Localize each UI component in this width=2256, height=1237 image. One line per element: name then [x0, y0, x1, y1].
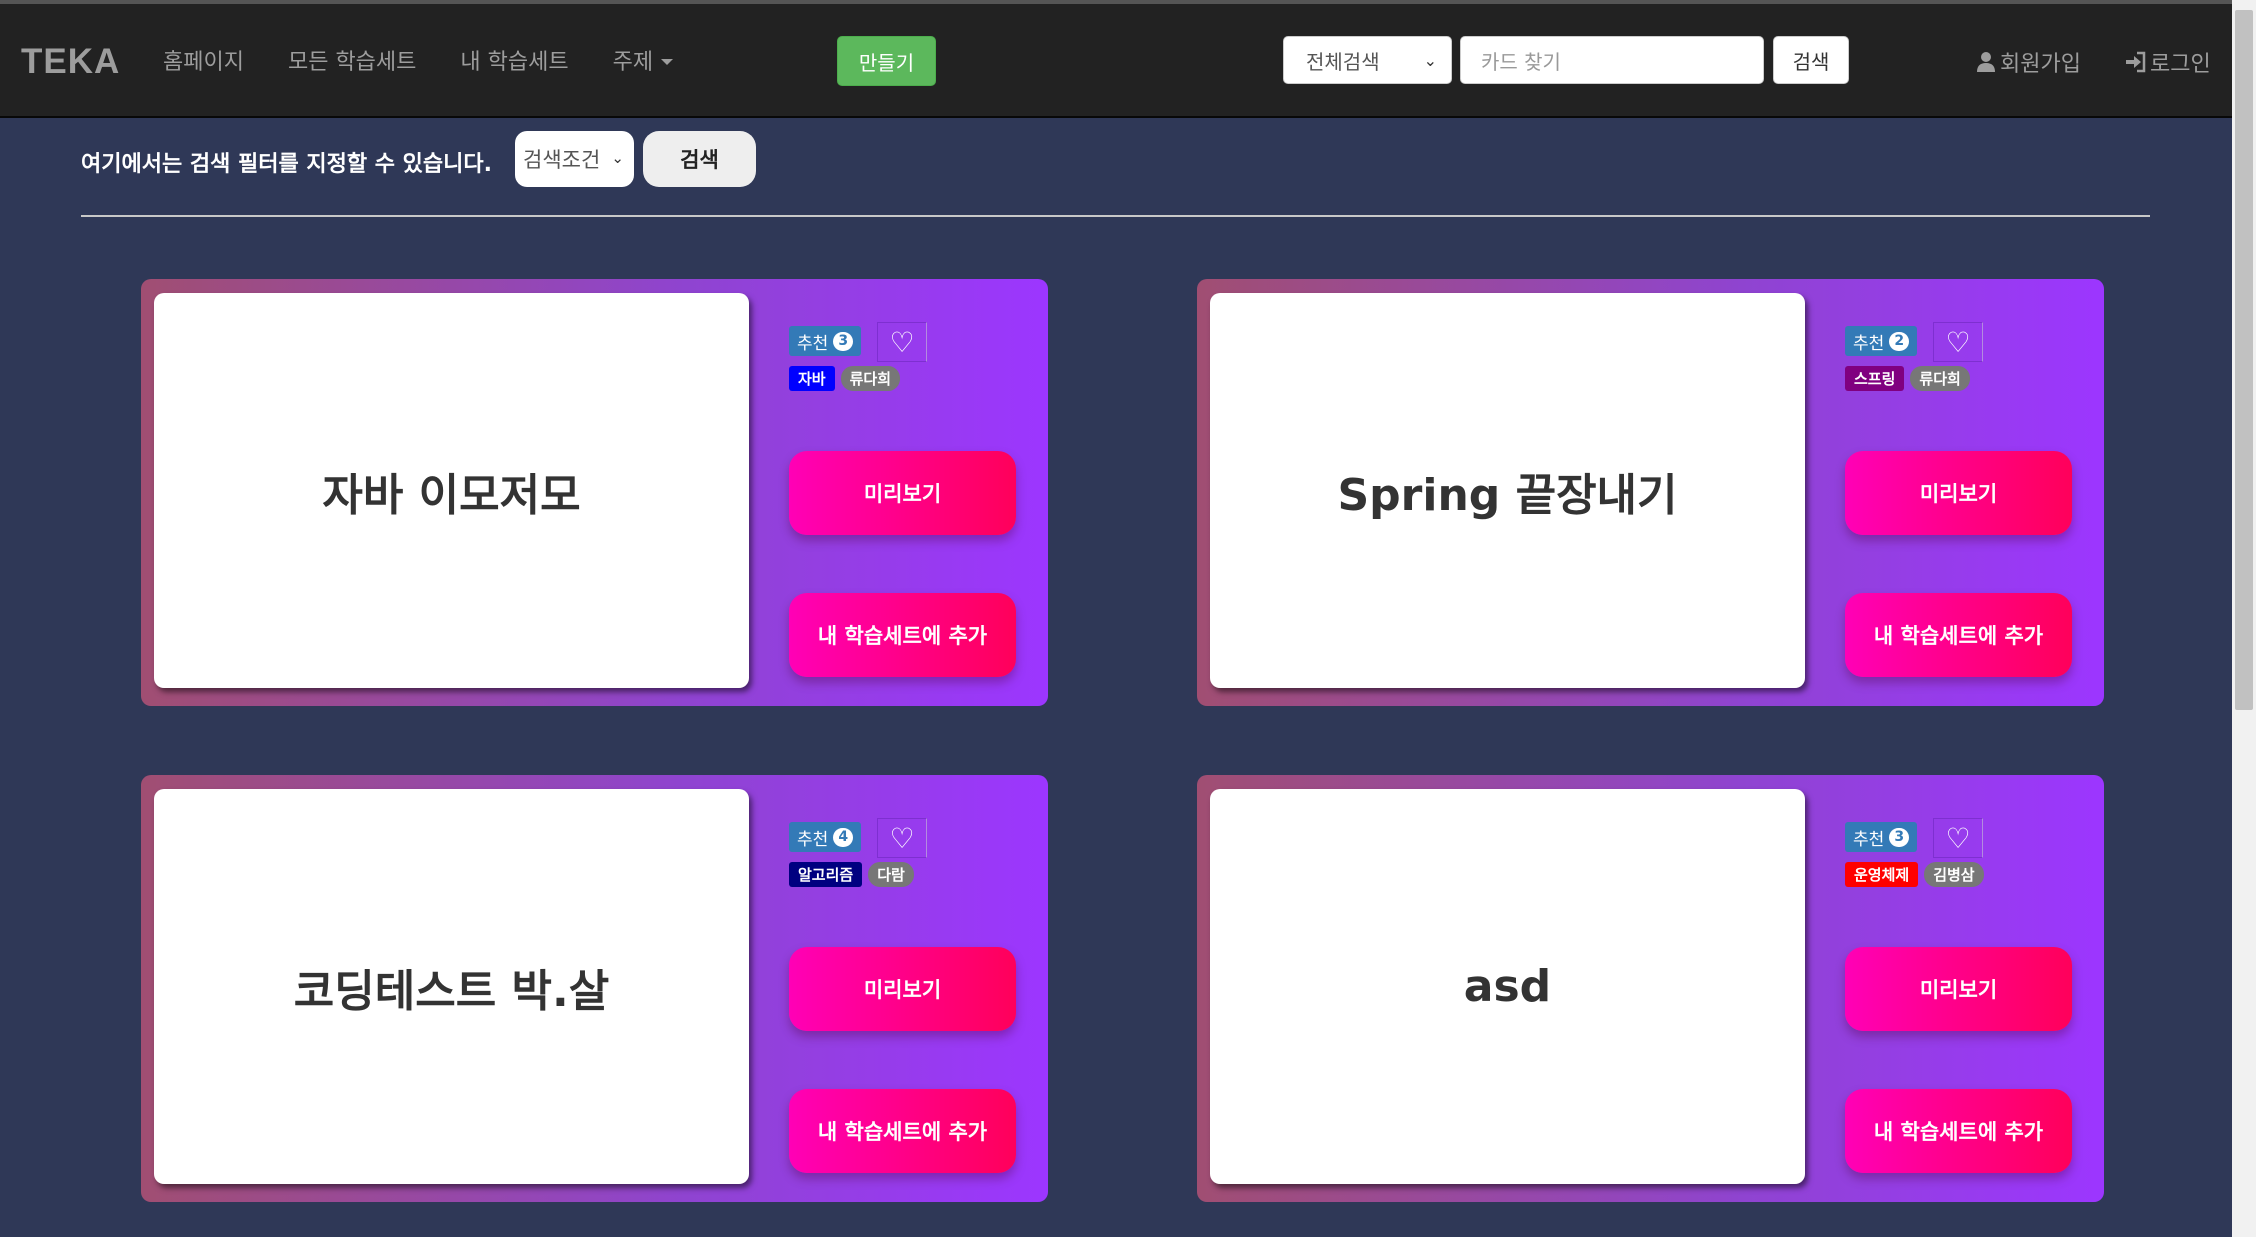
- nav-link-all-sets[interactable]: 모든 학습세트: [288, 44, 416, 76]
- recommend-count: 2: [1889, 331, 1910, 351]
- tag-row: 운영체제 김병삼: [1845, 862, 1984, 887]
- heart-icon: ♡: [1945, 821, 1971, 855]
- like-button[interactable]: ♡: [1933, 818, 1983, 858]
- search-button[interactable]: 검색: [1773, 36, 1849, 84]
- signup-label: 회원가입: [2000, 52, 2081, 77]
- author-tag: 류다희: [840, 366, 901, 391]
- tag-row: 스프링 류다희: [1845, 366, 1970, 391]
- nav-dropdown-topic-label: 주제: [612, 50, 654, 75]
- card-search-placeholder: 카드 찾기: [1481, 49, 1561, 74]
- recommend-label: 추천: [797, 829, 829, 850]
- card-title: Spring 끝장내기: [1337, 469, 1678, 521]
- add-to-my-sets-button[interactable]: 내 학습세트에 추가: [1845, 593, 2072, 677]
- nav-link-home[interactable]: 홈페이지: [163, 44, 244, 76]
- category-tag: 자바: [789, 366, 835, 391]
- recommend-count: 3: [833, 331, 854, 351]
- study-set-card: 자바 이모저모 추천 3 ♡ 자바 류다희 미리보기 내 학습세트에 추가: [141, 279, 1048, 706]
- caret-down-icon: [661, 58, 674, 65]
- recommend-badge: 추천 3: [1845, 822, 1918, 852]
- study-set-card: Spring 끝장내기 추천 2 ♡ 스프링 류다희 미리보기 내 학습세트에 …: [1197, 279, 2104, 706]
- card-face[interactable]: 자바 이모저모: [154, 293, 749, 688]
- filter-description: 여기에서는 검색 필터를 지정할 수 있습니다.: [81, 152, 492, 177]
- vertical-scrollbar[interactable]: [2232, 0, 2256, 1237]
- filter-condition-value: 검색조건: [523, 148, 601, 172]
- login-link[interactable]: 로그인: [2124, 46, 2211, 78]
- card-face[interactable]: asd: [1210, 789, 1805, 1184]
- heart-icon: ♡: [889, 325, 915, 359]
- nav-link-my-sets[interactable]: 내 학습세트: [460, 44, 568, 76]
- recommend-label: 추천: [1853, 829, 1885, 850]
- chevron-down-icon: ⌄: [1423, 51, 1437, 70]
- tag-row: 알고리즘 다람: [789, 862, 914, 887]
- recommend-count: 4: [833, 827, 854, 847]
- study-set-card: 코딩테스트 박.살 추천 4 ♡ 알고리즘 다람 미리보기 내 학습세트에 추가: [141, 775, 1048, 1202]
- recommend-count: 3: [1889, 827, 1910, 847]
- tag-row: 자바 류다희: [789, 366, 901, 391]
- add-to-my-sets-button[interactable]: 내 학습세트에 추가: [1845, 1089, 2072, 1173]
- add-to-my-sets-button[interactable]: 내 학습세트에 추가: [789, 593, 1016, 677]
- like-button[interactable]: ♡: [1933, 322, 1983, 362]
- card-search-input[interactable]: 카드 찾기: [1460, 36, 1764, 84]
- like-button[interactable]: ♡: [877, 818, 927, 858]
- make-button[interactable]: 만들기: [837, 36, 936, 86]
- filter-search-button[interactable]: 검색: [643, 131, 756, 187]
- recommend-label: 추천: [797, 333, 829, 354]
- nav-dropdown-topic[interactable]: 주제: [612, 44, 674, 76]
- preview-button[interactable]: 미리보기: [1845, 947, 2072, 1031]
- recommend-badge: 추천 3: [789, 326, 862, 356]
- add-to-my-sets-button[interactable]: 내 학습세트에 추가: [789, 1089, 1016, 1173]
- like-button[interactable]: ♡: [877, 322, 927, 362]
- category-tag: 알고리즘: [789, 862, 863, 887]
- chevron-down-icon: ⌄: [611, 149, 624, 167]
- heart-icon: ♡: [889, 821, 915, 855]
- heart-icon: ♡: [1945, 325, 1971, 359]
- card-face[interactable]: 코딩테스트 박.살: [154, 789, 749, 1184]
- recommend-badge: 추천 2: [1845, 326, 1918, 356]
- search-scope-select[interactable]: 전체검색 ⌄: [1283, 36, 1452, 84]
- card-title: 자바 이모저모: [322, 469, 581, 521]
- top-navbar: TEKA 홈페이지 모든 학습세트 내 학습세트 주제 만들기 전체검색 ⌄ 카…: [0, 4, 2232, 118]
- card-title: 코딩테스트 박.살: [293, 965, 610, 1017]
- author-tag: 다람: [868, 862, 914, 887]
- category-tag: 운영체제: [1845, 862, 1919, 887]
- card-title: asd: [1463, 961, 1552, 1012]
- signup-link[interactable]: 회원가입: [1976, 46, 2081, 78]
- card-face[interactable]: Spring 끝장내기: [1210, 293, 1805, 688]
- nav-links: 홈페이지 모든 학습세트 내 학습세트 주제: [163, 44, 674, 76]
- preview-button[interactable]: 미리보기: [789, 947, 1016, 1031]
- search-scope-value: 전체검색: [1306, 49, 1380, 74]
- recommend-label: 추천: [1853, 333, 1885, 354]
- brand-logo[interactable]: TEKA: [21, 42, 120, 82]
- study-set-card: asd 추천 3 ♡ 운영체제 김병삼 미리보기 내 학습세트에 추가: [1197, 775, 2104, 1202]
- author-tag: 류다희: [1910, 366, 1970, 391]
- category-tag: 스프링: [1845, 366, 1905, 391]
- login-label: 로그인: [2150, 52, 2211, 77]
- author-tag: 김병삼: [1924, 862, 1984, 887]
- user-icon: [1977, 52, 1995, 72]
- preview-button[interactable]: 미리보기: [1845, 451, 2072, 535]
- recommend-badge: 추천 4: [789, 822, 862, 852]
- divider: [81, 215, 2150, 217]
- scrollbar-thumb[interactable]: [2235, 10, 2253, 710]
- login-icon: [2126, 51, 2146, 73]
- preview-button[interactable]: 미리보기: [789, 451, 1016, 535]
- filter-condition-select[interactable]: 검색조건 ⌄: [515, 131, 634, 187]
